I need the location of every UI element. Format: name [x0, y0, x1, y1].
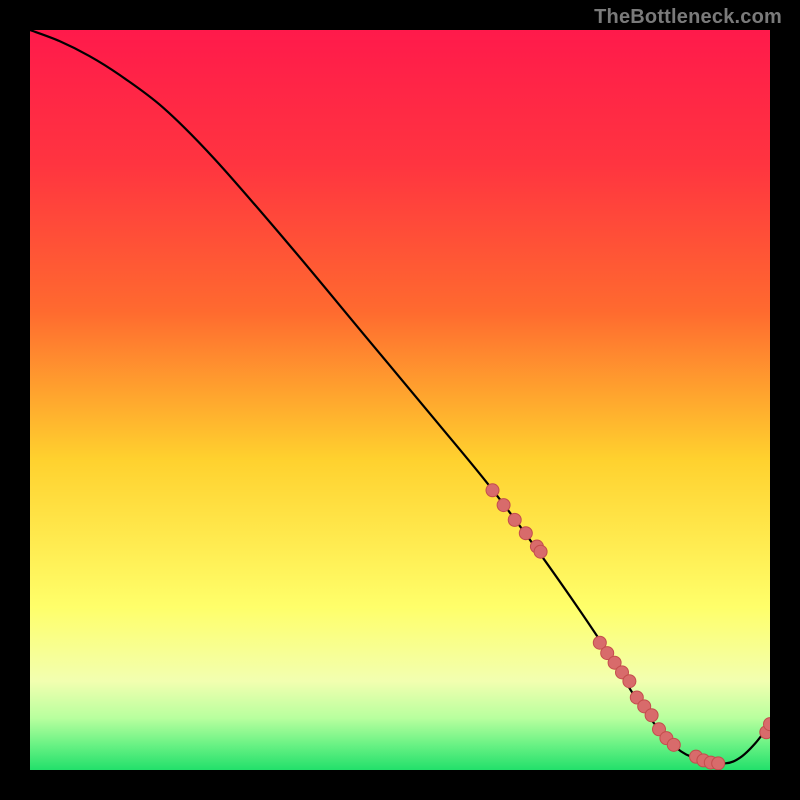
chart-stage: TheBottleneck.com: [0, 0, 800, 800]
sample-point: [623, 675, 636, 688]
sample-point: [534, 545, 547, 558]
sample-point: [645, 709, 658, 722]
sample-point: [497, 499, 510, 512]
sample-point: [508, 513, 521, 526]
sample-point: [519, 527, 532, 540]
sample-point: [712, 757, 725, 770]
watermark-label: TheBottleneck.com: [594, 6, 782, 29]
sample-point: [486, 484, 499, 497]
chart-svg: [30, 30, 770, 770]
sample-point: [667, 738, 680, 751]
gradient-background: [30, 30, 770, 770]
plot-area: [30, 30, 770, 770]
